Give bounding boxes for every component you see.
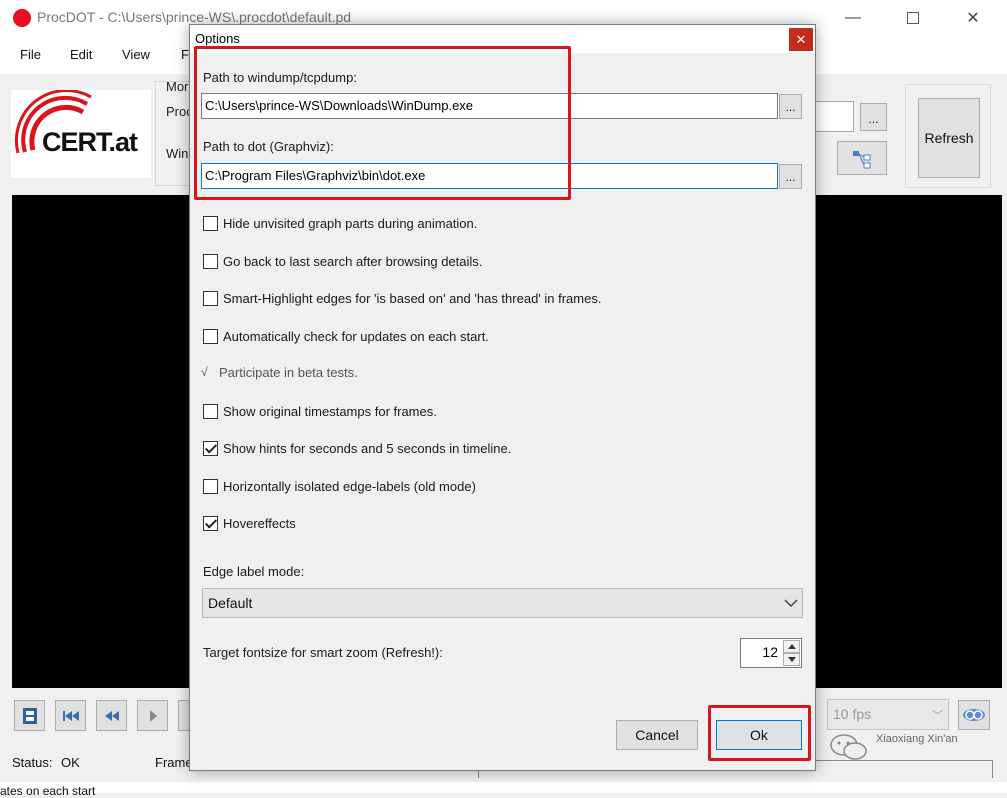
auto-update-checkbox[interactable]: Automatically check for updates on each … [203,329,489,344]
beta-check-mark: √ [201,365,208,379]
checkbox-box[interactable] [203,254,218,269]
checkbox-label: Show original timestamps for frames. [223,404,437,419]
hide-unvisited-checkbox[interactable]: Hide unvisited graph parts during animat… [203,216,477,231]
timeline-hints-checkbox[interactable]: Show hints for seconds and 5 seconds in … [203,441,511,456]
dot-browse-button[interactable]: ... [779,164,802,189]
checkbox-label: Smart-Highlight edges for 'is based on' … [223,291,602,306]
beta-tests-label: Participate in beta tests. [219,365,358,380]
dialog-close-button[interactable]: ✕ [789,28,813,51]
checkbox-label: Horizontally isolated edge-labels (old m… [223,479,476,494]
go-back-search-checkbox[interactable]: Go back to last search after browsing de… [203,254,482,269]
chevron-down-icon [784,596,798,611]
graph-layout-button[interactable] [837,141,887,175]
first-frame-button[interactable] [55,700,86,731]
frame-label: Frame [155,755,193,770]
partial-label: Win [166,146,189,161]
fontsize-label: Target fontsize for smart zoom (Refresh!… [203,645,443,660]
fps-select[interactable]: 10 fps [827,699,949,730]
refresh-button[interactable]: Refresh [918,98,980,178]
spin-up-button[interactable] [783,640,800,653]
checkbox-label: Automatically check for updates on each … [223,329,489,344]
maximize-icon [907,12,919,24]
dialog-title: Options [195,31,240,46]
spin-down-button[interactable] [783,653,800,666]
background-strip [0,782,1007,793]
checkbox-box-checked[interactable] [203,441,218,456]
cancel-button[interactable]: Cancel [616,720,698,750]
caret-up-icon [787,644,796,649]
fontsize-value[interactable]: 12 [748,644,778,660]
smart-highlight-checkbox[interactable]: Smart-Highlight edges for 'is based on' … [203,291,601,306]
main-browse-button[interactable]: ... [860,103,887,131]
rewind-icon [104,710,119,721]
loop-icon [963,709,985,721]
checkbox-label: Go back to last search after browsing de… [223,254,483,269]
original-timestamps-checkbox[interactable]: Show original timestamps for frames. [203,404,437,419]
play-button[interactable] [137,700,168,731]
edge-label-mode-label: Edge label mode: [203,564,305,579]
checkbox-box[interactable] [203,291,218,306]
status-value: OK [61,755,80,770]
highlight-box-paths [194,46,571,200]
chevron-down-icon: ﹀ [932,710,943,722]
rewind-button[interactable] [96,700,127,731]
menu-file[interactable]: File [20,47,41,62]
play-icon [149,709,157,722]
menu-partial[interactable]: F [181,47,189,62]
first-frame-icon [62,710,79,721]
menu-view[interactable]: View [122,47,150,62]
highlight-box-ok [708,705,811,761]
minimize-button[interactable]: — [830,4,876,32]
window-title: ProcDOT - C:\Users\prince-WS\.procdot\de… [37,9,352,25]
film-button[interactable] [14,700,45,731]
close-icon: ✕ [966,10,980,27]
caret-down-icon [787,657,796,662]
minimize-icon: — [845,9,861,26]
graph-icon [853,151,871,169]
checkbox-label: Hide unvisited graph parts during animat… [223,216,478,231]
checkbox-label: Hovereffects [223,516,296,531]
partial-label: Mor [166,79,189,94]
menu-edit[interactable]: Edit [70,47,92,62]
close-icon: ✕ [795,31,807,47]
truncated-text: ates on each start [0,784,96,798]
checkbox-box[interactable] [203,404,218,419]
main-path-field[interactable] [816,101,854,132]
wechat-icon [828,732,870,762]
checkbox-box[interactable] [203,216,218,231]
close-button[interactable]: ✕ [950,4,996,32]
checkbox-label: Show hints for seconds and 5 seconds in … [223,441,512,456]
film-icon [22,707,37,724]
checkbox-box[interactable] [203,329,218,344]
hovereffects-checkbox[interactable]: Hovereffects [203,516,296,531]
cert-logo-text: CERT.at [42,127,138,157]
status-label: Status: [12,755,53,770]
watermark-text: Xiaoxiang Xin'an [876,733,958,745]
edge-label-mode-select[interactable]: Default [202,588,803,618]
isolated-edge-labels-checkbox[interactable]: Horizontally isolated edge-labels (old m… [203,479,476,494]
maximize-button[interactable] [890,4,936,32]
checkbox-box[interactable] [203,479,218,494]
windump-browse-button[interactable]: ... [779,94,802,119]
app-icon [13,9,31,27]
loop-button[interactable] [958,700,990,730]
checkbox-box-checked[interactable] [203,516,218,531]
